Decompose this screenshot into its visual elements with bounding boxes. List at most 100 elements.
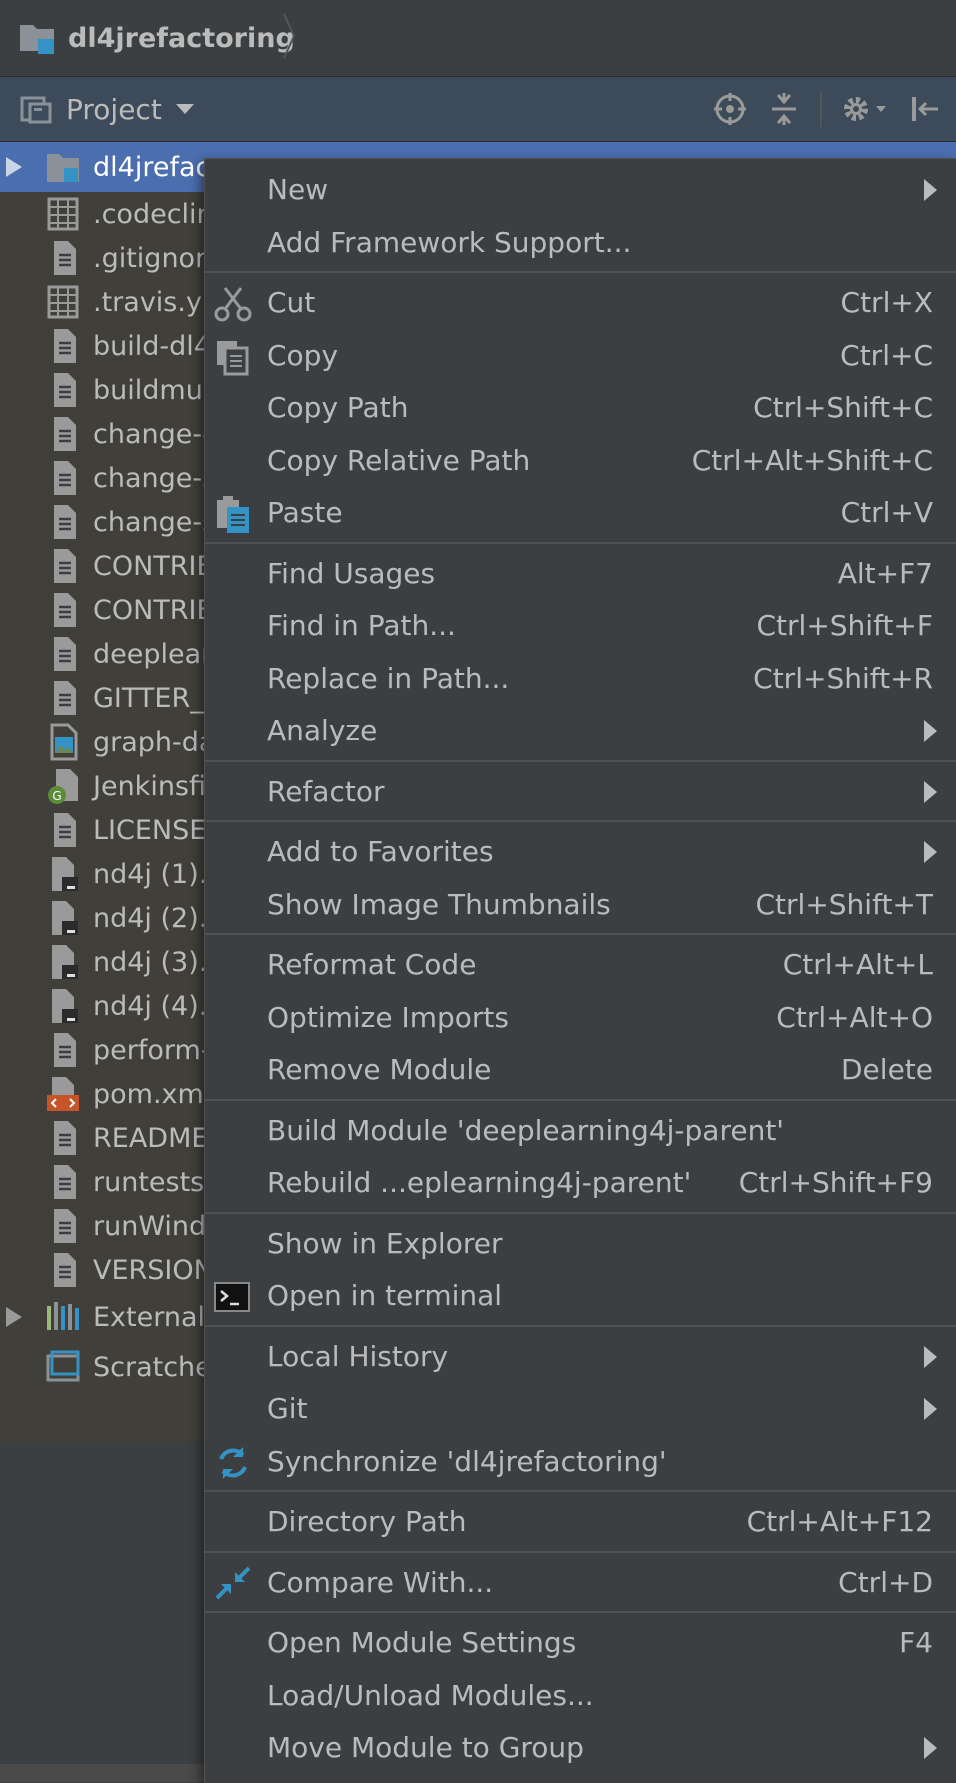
menu-item-label: Open Module Settings [267,1626,577,1659]
menu-item-shortcut: Ctrl+Alt+O [776,1000,933,1034]
menu-item-local-history[interactable]: Local History [205,1332,956,1384]
menu-item-rebuild-eplearning4j-parent[interactable]: Rebuild ...eplearning4j-parent' Ctrl+Shif… [205,1158,956,1210]
expand-arrow-icon[interactable] [4,142,28,192]
menu-item-label: Replace in Path... [267,661,510,695]
menu-item-label: Find in Path... [267,609,456,642]
menu-item-show-image-thumbnails[interactable]: Show Image Thumbnails Ctrl+Shift+T [205,880,956,932]
horizontal-scrollbar[interactable] [0,1764,205,1782]
project-view-icon [20,96,52,124]
menu-item-shortcut: Ctrl+Shift+R [753,661,933,695]
menu-item-label: Move Module to Group [267,1731,584,1764]
text-file-icon [54,329,76,363]
menu-item-copy[interactable]: Copy Ctrl+C [205,331,956,383]
collapse-all-icon[interactable] [766,91,802,127]
text-file-icon [54,1033,76,1067]
terminal-icon [214,1282,250,1312]
menu-item-label: Add to Favorites [267,835,494,868]
menu-item-synchronize-dl4jrefactoring[interactable]: Synchronize 'dl4jrefactoring' [205,1437,956,1489]
menu-item-directory-path[interactable]: Directory Path Ctrl+Alt+F12 [205,1497,956,1549]
submenu-arrow-icon [924,720,937,742]
menu-item-add-to-favorites[interactable]: Add to Favorites [205,827,956,879]
breadcrumb[interactable]: dl4jrefactoring [18,14,295,62]
menu-item-replace-in-path[interactable]: Replace in Path... Ctrl+Shift+R [205,654,956,706]
expand-arrow-icon[interactable] [4,1292,28,1342]
menu-item-open-module-settings[interactable]: Open Module Settings F4 [205,1618,956,1670]
menu-item-shortcut: Ctrl+X [840,286,933,319]
menu-item-reformat-code[interactable]: Reformat Code Ctrl+Alt+L [205,940,956,992]
menu-item-remove-module[interactable]: Remove Module Delete [205,1045,956,1097]
text-file-icon [54,461,76,495]
module-file-icon [52,901,78,935]
hide-panel-icon[interactable] [908,91,944,127]
text-file-icon [54,681,76,715]
text-file-icon [54,813,76,847]
module-file-icon [52,989,78,1023]
tree-file-label: VERSION [93,1254,214,1286]
maven-file-icon [47,1077,79,1111]
menu-separator [205,1611,956,1613]
menu-item-shortcut: Ctrl+V [840,496,933,529]
menu-item-label: Show Image Thumbnails [267,887,611,921]
menu-item-label: Build Module 'deeplearning4j-parent' [267,1113,785,1147]
menu-item-optimize-imports[interactable]: Optimize Imports Ctrl+Alt+O [205,993,956,1045]
gear-icon[interactable] [840,91,890,127]
menu-separator [205,1490,956,1492]
menu-item-label: Directory Path [267,1505,467,1538]
menu-item-shortcut: Ctrl+Shift+F9 [738,1166,933,1199]
copy-icon [217,340,249,375]
menu-item-label: Synchronize 'dl4jrefactoring' [267,1444,667,1478]
breadcrumb-chevron-icon [283,13,296,59]
dropdown-arrow-icon [175,104,194,114]
menu-item-new[interactable]: New [205,165,956,217]
menu-item-load-unload-modules[interactable]: Load/Unload Modules... [205,1671,956,1723]
menu-item-label: Reformat Code [267,948,477,981]
menu-item-shortcut: Ctrl+Shift+F [756,609,934,642]
menu-item-copy-relative-path[interactable]: Copy Relative Path Ctrl+Alt+Shift+C [205,436,956,488]
menu-item-add-framework-support[interactable]: Add Framework Support... [205,218,956,270]
locate-icon[interactable] [712,91,748,127]
menu-item-label: Paste [267,496,343,529]
menu-item-copy-path[interactable]: Copy Path Ctrl+Shift+C [205,383,956,435]
text-file-icon [54,1165,76,1199]
menu-item-open-in-terminal[interactable]: Open in terminal [205,1271,956,1323]
project-view-selector[interactable]: Project [20,77,196,141]
groovy-file-icon: G [48,769,78,804]
menu-item-find-usages[interactable]: Find Usages Alt+F7 [205,549,956,601]
text-file-icon [54,549,76,583]
menu-item-cut[interactable]: Cut Ctrl+X [205,278,956,330]
project-folder-icon [20,25,54,54]
menu-item-label: Load/Unload Modules... [267,1678,594,1712]
menu-separator [205,1211,956,1214]
menu-item-label: New [267,173,329,206]
scratches-icon [46,1350,80,1382]
menu-item-shortcut: Ctrl+C [840,338,933,372]
libraries-icon [47,1302,79,1330]
menu-item-shortcut: Ctrl+Alt+L [782,948,933,981]
menu-item-refactor[interactable]: Refactor [205,767,956,819]
menu-item-label: Refactor [267,774,385,808]
menu-separator [205,933,956,935]
menu-separator [205,759,956,762]
svg-text:G: G [52,789,61,803]
menu-item-move-module-to-group[interactable]: Move Module to Group [205,1723,956,1775]
project-tool-window-header: Project [0,77,956,142]
menu-item-compare-with[interactable]: Compare With... Ctrl+D [205,1558,956,1610]
menu-separator [205,271,956,273]
text-file-icon [54,593,76,627]
menu-item-find-in-path[interactable]: Find in Path... Ctrl+Shift+F [205,601,956,653]
tree-file-label: pom.xml [93,1078,212,1110]
menu-item-git[interactable]: Git [205,1384,956,1436]
module-file-icon [52,857,78,891]
breadcrumb-project-name: dl4jrefactoring [68,22,295,54]
text-file-icon [54,637,76,671]
menu-item-label: Git [267,1392,308,1425]
menu-item-build-module-deeplearning4j-parent[interactable]: Build Module 'deeplearning4j-parent' [205,1106,956,1158]
menu-item-show-in-explorer[interactable]: Show in Explorer [205,1219,956,1271]
menu-item-label: Cut [267,286,316,319]
menu-item-label: Local History [267,1339,449,1373]
menu-item-paste[interactable]: Paste Ctrl+V [205,488,956,540]
scissors-icon [214,287,252,322]
menu-item-label: Optimize Imports [267,1000,509,1034]
menu-item-shortcut: Ctrl+D [838,1565,933,1599]
menu-item-analyze[interactable]: Analyze [205,706,956,758]
